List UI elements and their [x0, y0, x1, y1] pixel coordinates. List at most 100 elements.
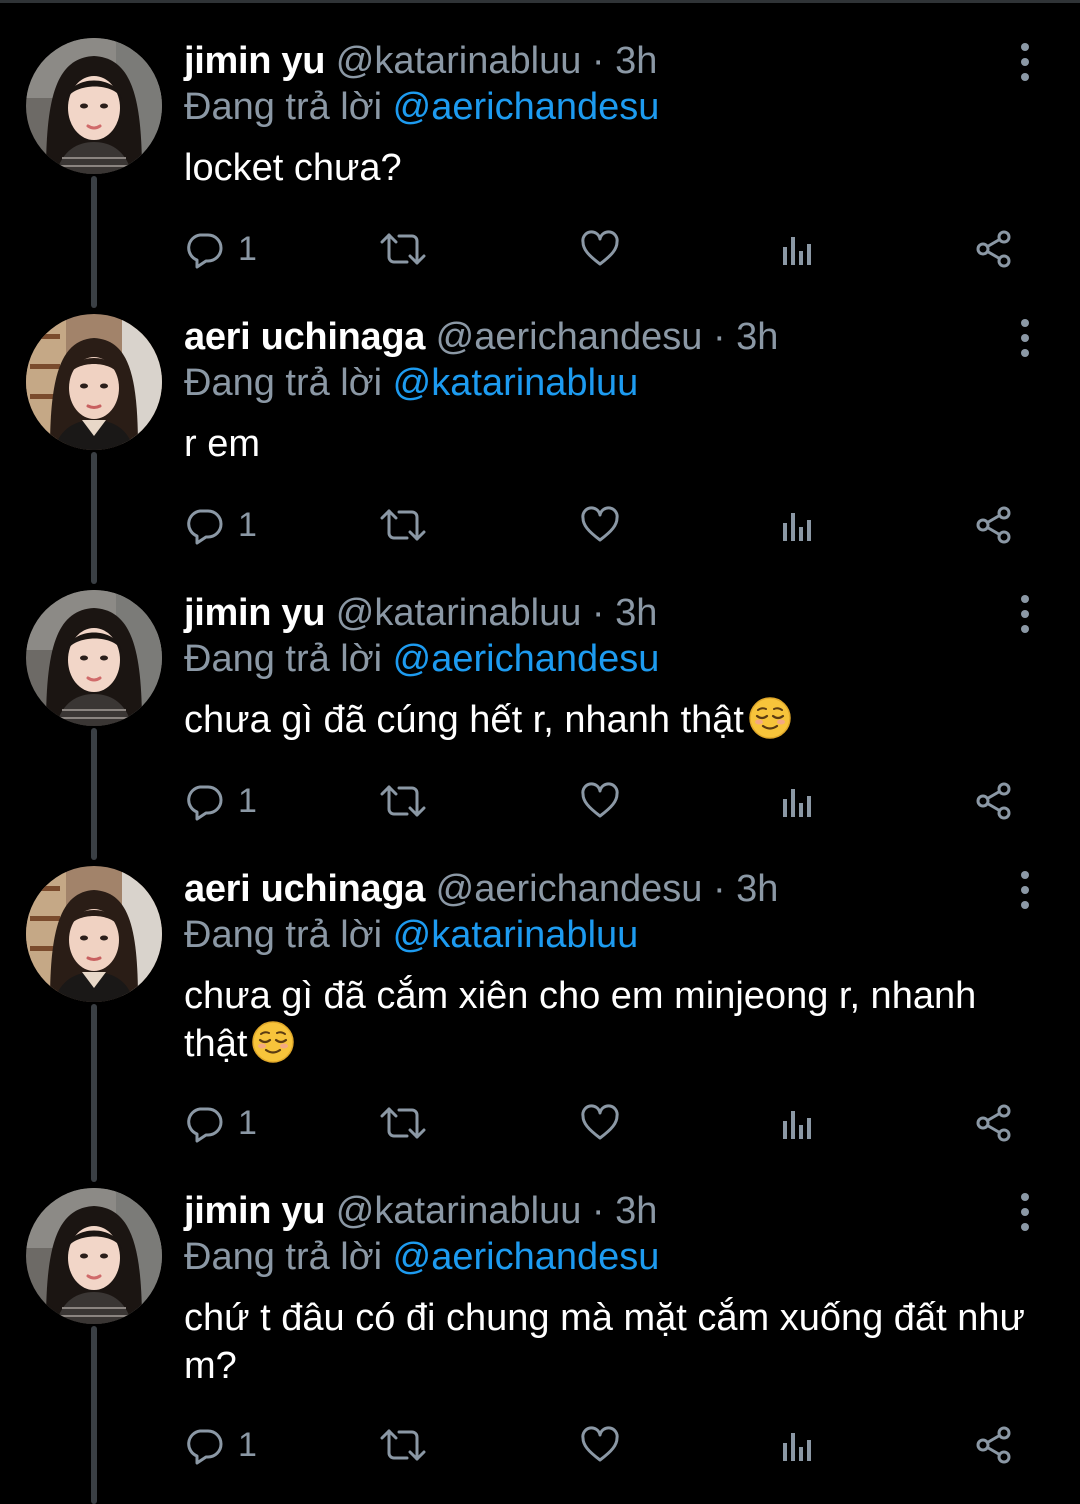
share-icon: [974, 1425, 1014, 1465]
avatar-image: [26, 1188, 162, 1324]
action-bar: 1: [184, 224, 1034, 274]
timestamp[interactable]: 3h: [736, 316, 778, 358]
reply-button[interactable]: 1: [184, 1098, 257, 1148]
tweet-text: r em: [184, 420, 1034, 468]
replying-prefix: Đang trả lời: [184, 638, 383, 680]
share-icon: [974, 781, 1014, 821]
thread-line: [91, 1326, 97, 1504]
mention-link[interactable]: @katarinabluu: [393, 914, 639, 956]
more-options-button[interactable]: [1010, 318, 1040, 358]
separator-dot: ·: [591, 1190, 605, 1232]
avatar-image: [26, 38, 162, 174]
reply-count: 1: [238, 1104, 257, 1142]
action-bar: 1: [184, 776, 1034, 826]
analytics-button[interactable]: [778, 776, 818, 826]
mention-link[interactable]: @aerichandesu: [393, 86, 660, 128]
avatar[interactable]: [26, 1188, 162, 1324]
analytics-icon: [778, 1103, 818, 1143]
share-icon: [974, 1103, 1014, 1143]
share-button[interactable]: [974, 1420, 1014, 1470]
more-options-button[interactable]: [1010, 870, 1040, 910]
separator-dot: ·: [712, 868, 726, 910]
mention-link[interactable]: @katarinabluu: [393, 362, 639, 404]
thread-line: [91, 1004, 97, 1182]
action-bar: 1: [184, 1098, 1034, 1148]
reply-button[interactable]: 1: [184, 776, 257, 826]
separator-dot: ·: [591, 592, 605, 634]
heart-icon: [580, 229, 620, 269]
retweet-button[interactable]: [380, 1098, 426, 1148]
more-icon: [1010, 42, 1040, 82]
reply-count: 1: [238, 782, 257, 820]
analytics-button[interactable]: [778, 500, 818, 550]
user-handle[interactable]: @aerichandesu: [436, 316, 703, 358]
reply-icon: [184, 781, 224, 821]
display-name[interactable]: jimin yu: [184, 592, 325, 634]
avatar[interactable]: [26, 314, 162, 450]
replying-prefix: Đang trả lời: [184, 914, 383, 956]
tweet-header: aeri uchinaga @aerichandesu · 3h: [184, 866, 778, 912]
tweet-text: locket chưa?: [184, 144, 1034, 192]
like-button[interactable]: [580, 1420, 620, 1470]
user-handle[interactable]: @aerichandesu: [436, 868, 703, 910]
timestamp[interactable]: 3h: [615, 40, 657, 82]
analytics-button[interactable]: [778, 1098, 818, 1148]
user-handle[interactable]: @katarinabluu: [336, 40, 582, 82]
replying-to: Đang trả lời @aerichandesu: [184, 84, 659, 130]
reply-button[interactable]: 1: [184, 1420, 257, 1470]
analytics-icon: [778, 1425, 818, 1465]
share-icon: [974, 505, 1014, 545]
share-button[interactable]: [974, 776, 1014, 826]
user-handle[interactable]: @katarinabluu: [336, 1190, 582, 1232]
share-button[interactable]: [974, 1098, 1014, 1148]
mention-link[interactable]: @aerichandesu: [393, 638, 660, 680]
reply-count: 1: [238, 1426, 257, 1464]
like-button[interactable]: [580, 500, 620, 550]
display-name[interactable]: aeri uchinaga: [184, 868, 425, 910]
avatar[interactable]: [26, 590, 162, 726]
replying-prefix: Đang trả lời: [184, 362, 383, 404]
timestamp[interactable]: 3h: [615, 592, 657, 634]
share-button[interactable]: [974, 500, 1014, 550]
retweet-icon: [380, 505, 426, 545]
avatar[interactable]: [26, 866, 162, 1002]
avatar-image: [26, 590, 162, 726]
display-name[interactable]: jimin yu: [184, 40, 325, 82]
reply-icon: [184, 1425, 224, 1465]
more-options-button[interactable]: [1010, 594, 1040, 634]
retweet-button[interactable]: [380, 1420, 426, 1470]
separator-dot: ·: [712, 316, 726, 358]
retweet-button[interactable]: [380, 224, 426, 274]
share-button[interactable]: [974, 224, 1014, 274]
display-name[interactable]: jimin yu: [184, 1190, 325, 1232]
more-options-button[interactable]: [1010, 1192, 1040, 1232]
user-handle[interactable]: @katarinabluu: [336, 592, 582, 634]
replying-prefix: Đang trả lời: [184, 86, 383, 128]
more-options-button[interactable]: [1010, 42, 1040, 82]
action-bar: 1: [184, 1420, 1034, 1470]
replying-to: Đang trả lời @aerichandesu: [184, 1234, 659, 1280]
like-button[interactable]: [580, 1098, 620, 1148]
timestamp[interactable]: 3h: [736, 868, 778, 910]
display-name[interactable]: aeri uchinaga: [184, 316, 425, 358]
avatar-image: [26, 314, 162, 450]
top-divider: [0, 0, 1080, 3]
avatar[interactable]: [26, 38, 162, 174]
retweet-icon: [380, 229, 426, 269]
analytics-icon: [778, 781, 818, 821]
reply-button[interactable]: 1: [184, 500, 257, 550]
tweet-text-content: chưa gì đã cúng hết r, nhanh thật: [184, 699, 744, 741]
tweet-text-content: chứ t đâu có đi chung mà mặt cắm xuống đ…: [184, 1297, 1025, 1387]
timestamp[interactable]: 3h: [615, 1190, 657, 1232]
like-button[interactable]: [580, 776, 620, 826]
retweet-button[interactable]: [380, 776, 426, 826]
like-button[interactable]: [580, 224, 620, 274]
retweet-icon: [380, 1425, 426, 1465]
tweet-text-content: chưa gì đã cắm xiên cho em minjeong r, n…: [184, 975, 977, 1065]
analytics-button[interactable]: [778, 1420, 818, 1470]
analytics-button[interactable]: [778, 224, 818, 274]
mention-link[interactable]: @aerichandesu: [393, 1236, 660, 1278]
reply-icon: [184, 1103, 224, 1143]
reply-button[interactable]: 1: [184, 224, 257, 274]
retweet-button[interactable]: [380, 500, 426, 550]
